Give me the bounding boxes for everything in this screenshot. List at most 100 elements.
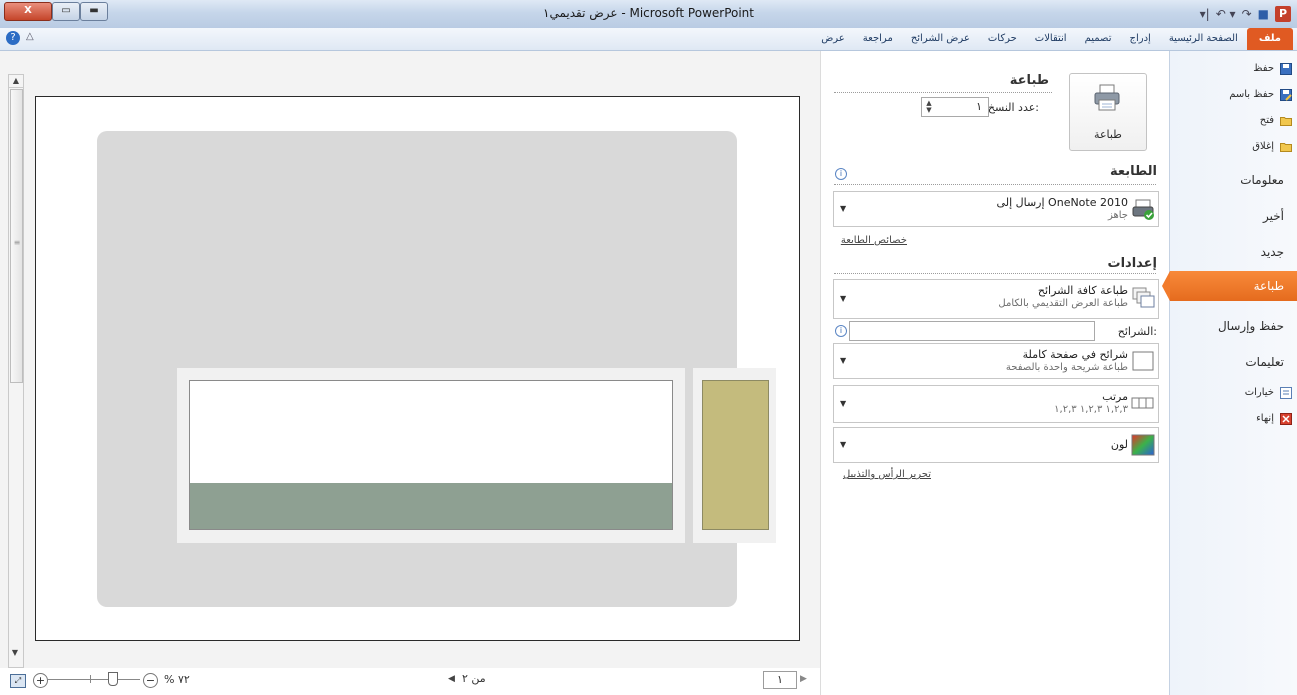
file-menu-open[interactable]: فتح (1170, 111, 1297, 131)
zoom-slider-midmark (90, 675, 91, 683)
zoom-to-page-icon[interactable]: ⤢ (10, 674, 26, 688)
print-section-title: طباعة (1009, 73, 1049, 88)
file-backstage-menu: حفظ حفظ باسم فتح إغلاق معلومات أخير جديد… (1162, 51, 1297, 695)
tab-design[interactable]: تصميم (1076, 28, 1121, 50)
exit-icon (1280, 413, 1292, 425)
info-icon[interactable]: i (835, 168, 847, 180)
tab-slideshow[interactable]: عرض الشرائح (902, 28, 979, 50)
printer-properties-link[interactable]: خصائص الطابعة (841, 235, 907, 246)
side-color-block (702, 380, 769, 530)
print-button-label: طباعة (1094, 128, 1122, 141)
chevron-down-icon[interactable]: ▼ (840, 204, 846, 213)
file-menu-save[interactable]: حفظ (1170, 59, 1297, 79)
print-settings-panel: طباعة طباعة عدد النسخ: ▲ ▼ ١ الطابعة i إر… (820, 51, 1169, 695)
tab-insert[interactable]: إدراج (1121, 28, 1160, 50)
layout-title: شرائح في صفحة كاملة (1022, 348, 1128, 361)
next-page-icon[interactable]: ▶ (800, 674, 807, 684)
file-menu-info[interactable]: معلومات (1170, 165, 1297, 195)
open-folder-icon (1280, 117, 1292, 126)
copies-stepper[interactable]: ▲ ▼ ١ (921, 97, 989, 117)
tab-file[interactable]: ملف (1246, 28, 1293, 50)
title-color-band (190, 483, 672, 529)
title-placeholder (189, 380, 673, 530)
save-icon[interactable]: ■ (1258, 7, 1269, 21)
file-menu-new[interactable]: جديد (1170, 237, 1297, 267)
divider (834, 273, 1156, 274)
zoom-slider-thumb[interactable] (108, 672, 118, 686)
file-menu-recent[interactable]: أخير (1170, 201, 1297, 231)
preview-scrollbar[interactable]: ▲ ≡ (8, 74, 24, 668)
color-icon (1131, 434, 1155, 456)
save-as-icon (1280, 89, 1292, 101)
collation-dropdown[interactable]: مرتب ١,٢,٣ ١,٢,٣ ١,٢,٣ ▼ (833, 385, 1159, 423)
zoom-slider-track[interactable] (48, 679, 140, 680)
scroll-down-icon[interactable]: ▼ (8, 647, 22, 659)
info-icon[interactable]: i (835, 325, 847, 337)
layout-subtitle: طباعة شريحة واحدة بالصفحة (1005, 362, 1128, 373)
file-menu-exit[interactable]: إنهاء (1170, 409, 1297, 429)
collation-title: مرتب (1102, 390, 1128, 403)
save-icon (1280, 63, 1292, 75)
chevron-down-icon[interactable]: ▼ (840, 399, 846, 408)
options-icon (1280, 387, 1292, 399)
collation-subtitle: ١,٢,٣ ١,٢,٣ ١,٢,٣ (1054, 404, 1128, 415)
chevron-down-icon[interactable]: ▼ (840, 440, 846, 449)
previous-page-icon[interactable]: ◀ (448, 674, 455, 684)
zoom-out-icon[interactable]: − (143, 673, 158, 688)
color-dropdown[interactable]: لون ▼ (833, 427, 1159, 463)
status-bar: ⤢ + − % ٧٢ ◀ من ٢ ١ ▶ (0, 668, 820, 695)
chevron-down-icon[interactable]: ▼ (840, 294, 846, 303)
slides-label: الشرائح: (1117, 325, 1157, 338)
save-as-label: حفظ باسم (1229, 89, 1274, 100)
print-button[interactable]: طباعة (1069, 73, 1147, 151)
printer-section-title: الطابعة (1110, 164, 1157, 179)
tab-view[interactable]: عرض (812, 28, 854, 50)
close-folder-icon (1280, 143, 1292, 152)
tab-review[interactable]: مراجعة (854, 28, 902, 50)
undo-icon[interactable]: ↶ ▾ (1216, 7, 1236, 21)
all-slides-icon (1132, 287, 1155, 308)
layout-dropdown[interactable]: شرائح في صفحة كاملة طباعة شريحة واحدة با… (833, 343, 1159, 379)
window-title: عرض تقديمي١ - Microsoft PowerPoint (542, 6, 754, 20)
customize-qat-icon[interactable]: ▾| (1200, 7, 1210, 21)
divider (834, 184, 1156, 185)
slides-range-input[interactable] (849, 321, 1095, 341)
scroll-up-icon[interactable]: ▲ (9, 75, 23, 88)
printer-status: جاهز (1107, 210, 1128, 221)
color-title: لون (1110, 438, 1128, 451)
zoom-in-icon[interactable]: + (33, 673, 48, 688)
file-menu-options[interactable]: خيارات (1170, 383, 1297, 403)
file-menu-save-as[interactable]: حفظ باسم (1170, 85, 1297, 105)
preview-page (35, 96, 800, 641)
ribbon-tabs: ملف الصفحة الرئيسية إدراج تصميم انتقالات… (812, 28, 1297, 50)
edit-header-footer-link[interactable]: تحرير الرأس والتذييل (843, 469, 931, 480)
divider (834, 92, 1052, 93)
redo-icon[interactable]: ↷ (1242, 7, 1252, 21)
chevron-down-icon[interactable]: ▼ (840, 356, 846, 365)
selection-arrow (1162, 271, 1170, 301)
file-menu-close[interactable]: إغلاق (1170, 137, 1297, 157)
help-icon[interactable]: ? (6, 31, 20, 45)
scrollbar-thumb[interactable]: ≡ (10, 89, 23, 383)
file-menu-save-send[interactable]: حفظ وإرسال (1170, 311, 1297, 341)
print-label: طباعة (1253, 279, 1284, 293)
tab-home[interactable]: الصفحة الرئيسية (1160, 28, 1247, 50)
stepper-arrows-icon[interactable]: ▲ ▼ (924, 100, 934, 114)
copies-label: عدد النسخ: (987, 101, 1039, 114)
print-range-dropdown[interactable]: طباعة كافة الشرائح طباعة العرض التقديمي … (833, 279, 1159, 319)
file-menu-help[interactable]: تعليمات (1170, 347, 1297, 377)
zoom-level: % ٧٢ (164, 673, 190, 686)
tab-animations[interactable]: حركات (979, 28, 1026, 50)
minimize-ribbon-icon[interactable]: △ (26, 31, 34, 42)
printer-dropdown[interactable]: إرسال إلى OneNote 2010 جاهز ▼ (833, 191, 1159, 227)
exit-label: إنهاء (1256, 413, 1274, 424)
close-label: إغلاق (1252, 141, 1274, 152)
title-placeholder-frame (177, 368, 685, 543)
file-menu-print[interactable]: طباعة (1162, 271, 1297, 301)
page-number-input[interactable]: ١ (763, 671, 797, 689)
quick-access-toolbar: ▾| ↶ ▾ ↷ ■ P (1200, 4, 1291, 24)
options-label: خيارات (1244, 387, 1274, 398)
tab-transitions[interactable]: انتقالات (1026, 28, 1076, 50)
title-bar: X ▭ ▬ عرض تقديمي١ - Microsoft PowerPoint… (0, 0, 1297, 29)
ribbon-tab-bar: ? △ ملف الصفحة الرئيسية إدراج تصميم انتق… (0, 28, 1297, 51)
